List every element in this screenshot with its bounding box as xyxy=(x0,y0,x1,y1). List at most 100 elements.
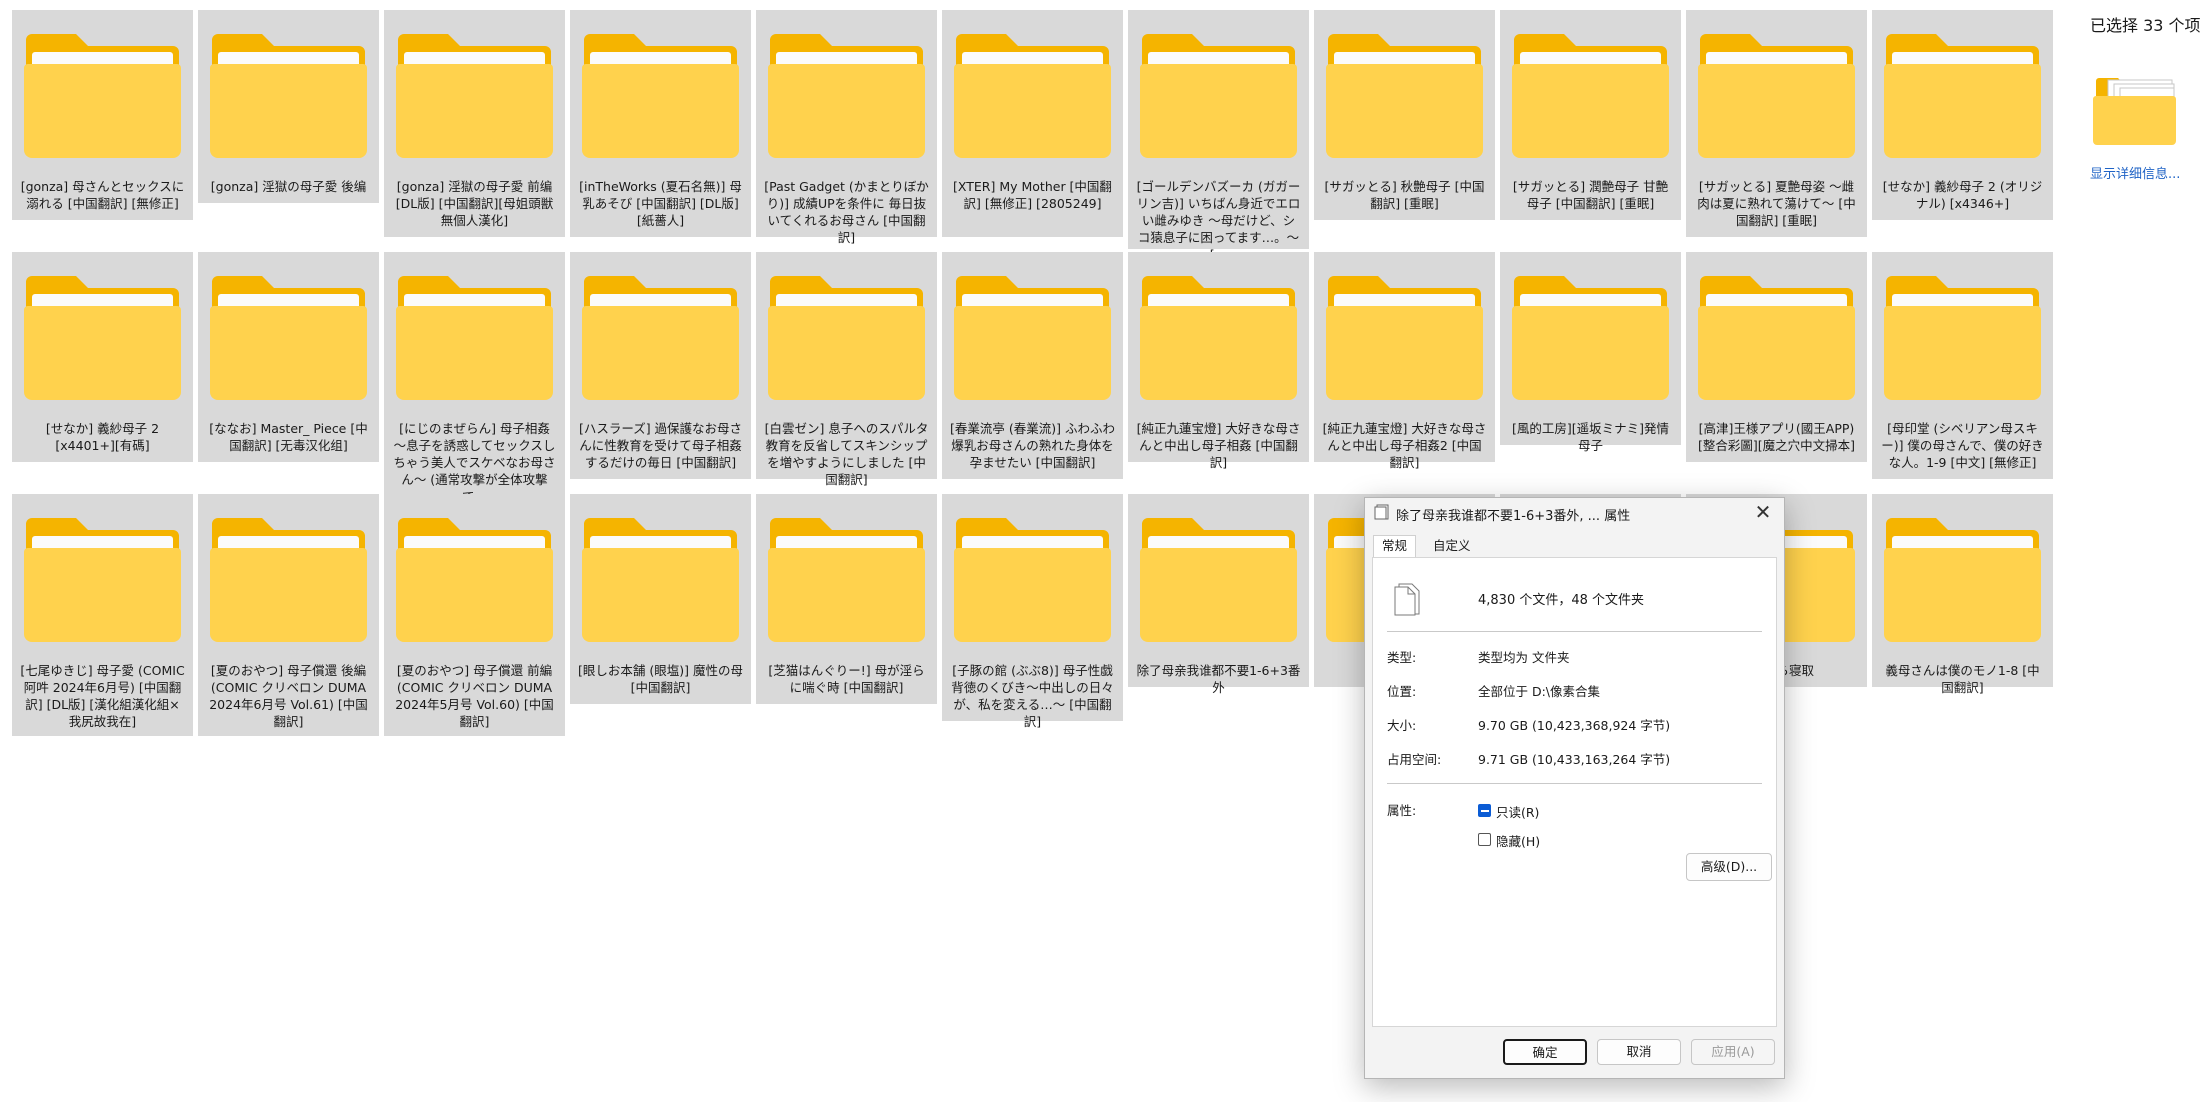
folder-icon-wrap xyxy=(1128,252,1309,417)
folder-item[interactable]: [Past Gadget (かまとりぼかり)] 成績UPを条件に 毎日抜いてくれ… xyxy=(756,10,937,245)
folder-item[interactable]: [gonza] 母さんとセックスに溺れる [中国翻訳] [無修正] xyxy=(12,10,193,220)
dialog-title: 除了母亲我谁都不要1-6+3番外, ... 属性 xyxy=(1396,509,1631,524)
location-label: 位置: xyxy=(1387,684,1417,699)
folder-icon xyxy=(582,276,739,400)
folder-icon xyxy=(396,276,553,400)
folder-stack-icon xyxy=(2093,78,2176,145)
folder-icon xyxy=(768,276,925,400)
location-value: 全部位于 D:\像素合集 xyxy=(1478,684,1601,699)
folder-icon xyxy=(396,518,553,642)
folder-name: [ななお] Master_ Piece [中国翻訳] [无毒汉化组] xyxy=(209,421,368,453)
folder-item[interactable]: [せなか] 義紗母子 2 [x4401+][有碼] xyxy=(12,252,193,462)
folder-item[interactable]: [gonza] 淫獄の母子愛 後编 xyxy=(198,10,379,203)
folder-icon xyxy=(582,518,739,642)
folder-item[interactable]: [純正九蓮宝燈] 大好きな母さんと中出し母子相姦 [中国翻訳] xyxy=(1128,252,1309,470)
tab-custom[interactable]: 自定义 xyxy=(1425,536,1479,556)
folder-item[interactable]: [サガッとる] 潤艶母子 甘艶母子 [中国翻訳] [重眠] xyxy=(1500,10,1681,220)
folder-icon-wrap xyxy=(1500,10,1681,175)
folder-icon xyxy=(1140,34,1297,158)
folder-item[interactable]: [高津]王様アプリ(國王APP)[整合彩圖][魔之穴中文掃本] xyxy=(1686,252,1867,462)
folder-item[interactable]: [gonza] 淫獄の母子愛 前编 [DL版] [中国翻訳][母姐頭獣無個人漢化… xyxy=(384,10,565,237)
folder-item[interactable]: [白雲ゼン] 息子へのスパルタ教育を反省してスキンシップを増やすようにしました … xyxy=(756,252,937,487)
properties-dialog: 除了母亲我谁都不要1-6+3番外, ... 属性 ✕ 常规 自定义 4,830 … xyxy=(1364,497,1785,1079)
folder-name: [にじのまぜらん] 母子相姦 ～息子を誘惑してセックスしちゃう美人でスケベなお母… xyxy=(393,421,556,504)
folder-icon-wrap xyxy=(942,10,1123,175)
folder-name: [子豚の館 (ぶぶ8)] 母子性戯 背徳のくびき～中出しの日々が、私を変える…～… xyxy=(951,663,1114,729)
folder-name: [gonza] 淫獄の母子愛 前编 [DL版] [中国翻訳][母姐頭獣無個人漢化… xyxy=(395,179,554,228)
folder-item[interactable]: [春業流亭 (春業流)] ふわふわ爆乳お母さんの熟れた身体を孕ませたい [中国翻… xyxy=(942,252,1123,479)
folder-name: [gonza] 淫獄の母子愛 後编 xyxy=(210,179,367,194)
folder-item[interactable]: [芝猫はんぐりー!] 母が淫らに喘ぐ時 [中国翻訳] xyxy=(756,494,937,704)
folder-name: [サガッとる] 潤艶母子 甘艶母子 [中国翻訳] [重眠] xyxy=(1512,179,1669,211)
folder-name: [春業流亭 (春業流)] ふわふわ爆乳お母さんの熟れた身体を孕ませたい [中国翻… xyxy=(950,421,1115,470)
folder-icon-wrap xyxy=(570,10,751,175)
hidden-label[interactable]: 隐藏(H) xyxy=(1496,831,1540,850)
close-icon[interactable]: ✕ xyxy=(1750,500,1776,524)
folder-icon-wrap xyxy=(756,252,937,417)
folder-item[interactable]: 義母さんは僕のモノ1-8 [中国翻訳] xyxy=(1872,494,2053,695)
file-count: 4,830 个文件，48 个文件夹 xyxy=(1478,593,1645,608)
folder-icon xyxy=(1698,34,1855,158)
folder-item[interactable]: [眼しお本舗 (眼塩)] 魔性の母 [中国翻訳] xyxy=(570,494,751,704)
folder-name: [母印堂 (シベリアン母スキー)] 僕の母さんで、僕の好きな人。1-9 [中文]… xyxy=(1881,421,2044,470)
general-tab-panel: 4,830 个文件，48 个文件夹 类型: 类型均为 文件夹 位置: 全部位于 … xyxy=(1372,557,1777,1027)
folder-icon-wrap xyxy=(1686,252,1867,417)
folder-name: [七尾ゆきじ] 母子愛 (COMIC阿吽 2024年6月号) [中国翻訳] [D… xyxy=(20,663,185,729)
folder-name: [芝猫はんぐりー!] 母が淫らに喘ぐ時 [中国翻訳] xyxy=(768,663,925,695)
cancel-button[interactable]: 取消 xyxy=(1597,1039,1681,1065)
folder-item[interactable]: [サガッとる] 秋艶母子 [中国翻訳] [重眠] xyxy=(1314,10,1495,220)
folder-icon-wrap xyxy=(1314,10,1495,175)
folder-item[interactable]: [夏のおやつ] 母子償還 前編 (COMIC クリベロン DUMA 2024年5… xyxy=(384,494,565,736)
ok-button[interactable]: 确定 xyxy=(1503,1039,1587,1065)
folder-item[interactable]: [子豚の館 (ぶぶ8)] 母子性戯 背徳のくびき～中出しの日々が、私を変える…～… xyxy=(942,494,1123,729)
advanced-button[interactable]: 高级(D)... xyxy=(1686,853,1772,881)
folder-item[interactable]: [七尾ゆきじ] 母子愛 (COMIC阿吽 2024年6月号) [中国翻訳] [D… xyxy=(12,494,193,736)
folder-icon-wrap xyxy=(1314,252,1495,417)
apply-button[interactable]: 应用(A) xyxy=(1691,1039,1775,1065)
folder-icon-wrap xyxy=(1128,494,1309,659)
file-icon xyxy=(1374,504,1389,520)
hidden-checkbox[interactable] xyxy=(1478,833,1491,846)
readonly-checkbox[interactable] xyxy=(1478,804,1491,817)
folder-item[interactable]: [サガッとる] 夏艶母姿 ～雌肉は夏に熟れて蕩けて～ [中国翻訳] [重眠] xyxy=(1686,10,1867,237)
checkbox-indeterminate-icon xyxy=(1481,810,1489,812)
folder-icon xyxy=(396,34,553,158)
folder-icon-wrap xyxy=(12,10,193,175)
disk-size-value: 9.71 GB (10,433,163,264 字节) xyxy=(1478,752,1671,767)
folder-item[interactable]: [にじのまぜらん] 母子相姦 ～息子を誘惑してセックスしちゃう美人でスケベなお母… xyxy=(384,252,565,504)
folder-icon-wrap xyxy=(942,252,1123,417)
show-details-link[interactable]: 显示详细信息... xyxy=(2090,163,2180,182)
folder-item[interactable]: [ななお] Master_ Piece [中国翻訳] [无毒汉化组] xyxy=(198,252,379,462)
readonly-label[interactable]: 只读(R) xyxy=(1496,802,1539,821)
folder-item[interactable]: [ゴールデンバズーカ (ガガーリン吉)] いちばん身近でエロい雌みゆき ～母だけ… xyxy=(1128,10,1309,262)
folder-icon xyxy=(210,518,367,642)
folder-item[interactable]: [母印堂 (シベリアン母スキー)] 僕の母さんで、僕の好きな人。1-9 [中文]… xyxy=(1872,252,2053,479)
folder-icon xyxy=(24,276,181,400)
folder-item[interactable]: [純正九蓮宝燈] 大好きな母さんと中出し母子相姦2 [中国翻訳] xyxy=(1314,252,1495,470)
folder-item[interactable]: [inTheWorks (夏石名無)] 母乳あそび [中国翻訳] [DL版] [… xyxy=(570,10,751,237)
folder-icon xyxy=(1884,518,2041,642)
folder-icon xyxy=(24,518,181,642)
folder-item[interactable]: [せなか] 義紗母子 2 (オリジナル) [x4346+] xyxy=(1872,10,2053,220)
folder-icon xyxy=(1326,34,1483,158)
folder-item[interactable]: [風的工房][遥坂ミナミ]発情母子 xyxy=(1500,252,1681,453)
folder-icon-wrap xyxy=(756,10,937,175)
folder-name: [ハスラーズ] 過保護なお母さんに性教育を受けて母子相姦するだけの毎日 [中国翻… xyxy=(578,421,743,470)
folder-icon-wrap xyxy=(12,252,193,417)
tab-general[interactable]: 常规 xyxy=(1373,535,1417,558)
folder-icon xyxy=(24,34,181,158)
folder-name: [XTER] My Mother [中国翻訳] [無修正] [2805249] xyxy=(953,179,1112,211)
folder-item[interactable]: [ハスラーズ] 過保護なお母さんに性教育を受けて母子相姦するだけの毎日 [中国翻… xyxy=(570,252,751,479)
folder-icon-wrap xyxy=(384,10,565,175)
folder-icon xyxy=(768,34,925,158)
folder-name: [純正九蓮宝燈] 大好きな母さんと中出し母子相姦2 [中国翻訳] xyxy=(1322,421,1487,470)
folder-icon xyxy=(954,276,1111,400)
folder-item[interactable]: [XTER] My Mother [中国翻訳] [無修正] [2805249] xyxy=(942,10,1123,237)
details-pane: 已选择 33 个项 显示详细信息... xyxy=(2060,0,2209,1102)
folder-item[interactable]: [夏のおやつ] 母子償還 後編 (COMIC クリベロン DUMA 2024年6… xyxy=(198,494,379,736)
folder-item[interactable]: 除了母亲我谁都不要1-6+3番外 xyxy=(1128,494,1309,695)
folder-icon-wrap xyxy=(1872,252,2053,417)
multiple-files-icon xyxy=(1394,583,1420,616)
folder-icon-wrap xyxy=(198,494,379,659)
folder-icon-wrap xyxy=(570,252,751,417)
